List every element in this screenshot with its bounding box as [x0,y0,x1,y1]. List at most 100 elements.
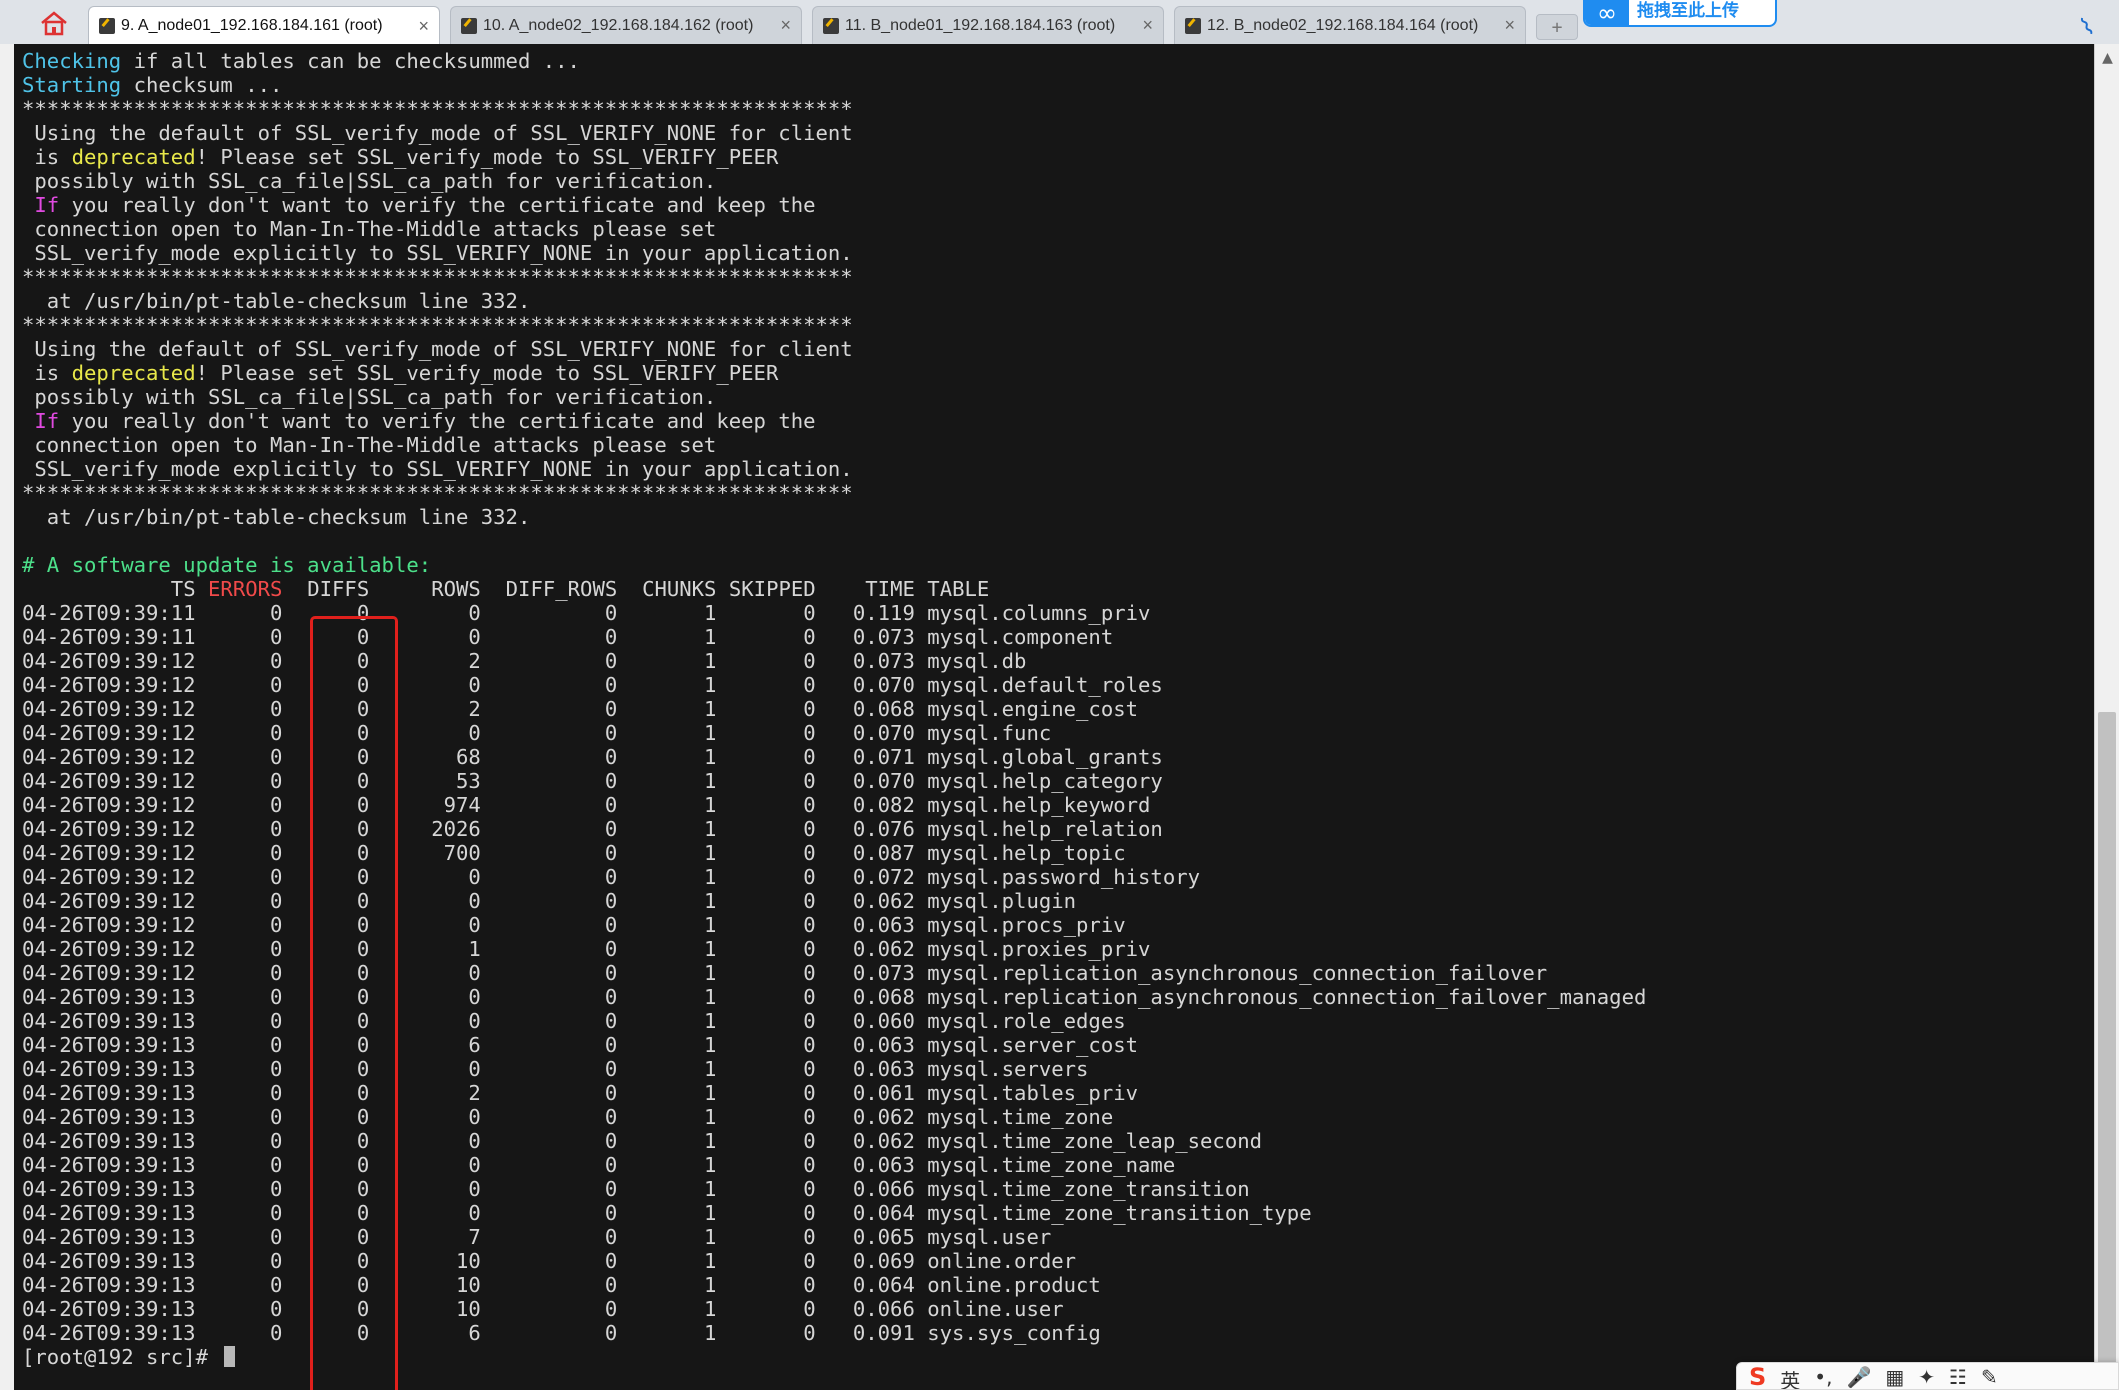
tab-node01-b[interactable]: 11. B_node01_192.168.184.163 (root) × [812,6,1164,44]
table-row: 04-26T09:39:13 0 0 10 0 1 0 0.064 online… [22,1273,1646,1297]
table-cell-errors: 0 [270,1081,283,1105]
table-cell-errors: 0 [270,1201,283,1225]
table-cell-rows: 0 [468,1105,481,1129]
table-cell-ts: 04-26T09:39:12 [22,913,196,937]
grid-menu-icon[interactable]: ☷ [1949,1365,1967,1389]
close-icon[interactable]: × [780,15,791,36]
table-cell-chunks: 1 [704,697,717,721]
pen-icon[interactable]: ✎ [1981,1365,1998,1389]
tab-node02-b[interactable]: 12. B_node02_192.168.184.164 (root) × [1174,6,1526,44]
table-cell-time: 0.063 [852,1033,915,1057]
table-cell-skipped: 0 [803,769,816,793]
terminal-line: If you really don't want to verify the c… [22,409,1646,433]
table-cell-table: mysql.global_grants [927,745,1163,769]
scroll-up-arrow-icon[interactable]: ▲ [2095,48,2119,68]
table-cell-table: mysql.time_zone_name [927,1153,1176,1177]
close-icon[interactable]: × [1142,15,1153,36]
new-tab-button[interactable]: + [1536,14,1578,40]
table-row: 04-26T09:39:13 0 0 0 0 1 0 0.062 mysql.t… [22,1105,1646,1129]
table-cell-rows: 0 [468,961,481,985]
table-cell-chunks: 1 [704,1057,717,1081]
table-cell-table: mysql.replication_asynchronous_connectio… [927,985,1647,1009]
skin-icon[interactable]: ✦ [1918,1365,1935,1389]
shell-prompt[interactable]: [root@192 src]# [22,1345,1646,1369]
table-cell-skipped: 0 [803,1273,816,1297]
keyboard-icon[interactable]: ▦ [1885,1365,1904,1389]
language-toggle-icon[interactable]: 英 [1780,1365,1800,1389]
table-cell-skipped: 0 [803,1177,816,1201]
table-cell-skipped: 0 [803,793,816,817]
upload-drop-widget[interactable]: ∞ 拖拽至此上传 [1583,0,1777,27]
close-icon[interactable]: × [1504,15,1515,36]
terminal-line: Starting checksum ... [22,73,1646,97]
table-cell-chunks: 1 [704,937,717,961]
terminal-lines: Checking if all tables can be checksumme… [22,49,1646,1369]
column-header-table: TABLE [927,577,990,601]
table-cell-errors: 0 [270,1153,283,1177]
table-cell-time: 0.063 [852,913,915,937]
table-cell-errors: 0 [270,937,283,961]
table-cell-skipped: 0 [803,1033,816,1057]
table-cell-diff_rows: 0 [604,889,618,913]
table-cell-time: 0.062 [852,1129,915,1153]
terminal-key-icon [99,18,115,34]
home-button[interactable] [30,6,78,40]
scroll-thumb[interactable] [2098,712,2116,1388]
punctuation-icon[interactable]: •, [1814,1365,1832,1389]
table-row: 04-26T09:39:13 0 0 0 0 1 0 0.063 mysql.s… [22,1057,1646,1081]
vertical-scrollbar[interactable]: ▲ [2094,44,2119,1390]
table-cell-chunks: 1 [704,1273,717,1297]
ime-toolbar[interactable]: S 英 •, 🎤 ▦ ✦ ☷ ✎ [1736,1362,2119,1390]
table-cell-ts: 04-26T09:39:13 [22,985,196,1009]
table-cell-ts: 04-26T09:39:12 [22,673,196,697]
column-header-diffs: DIFFS [307,577,370,601]
tab-node02-a[interactable]: 10. A_node02_192.168.184.162 (root) × [450,6,802,44]
terminal-text: at /usr/bin/pt-table-checksum line 332. [22,289,531,313]
microphone-icon[interactable]: 🎤 [1846,1365,1871,1389]
close-icon[interactable]: × [418,16,429,37]
paperclip-icon[interactable]: ⌇ [2075,6,2109,42]
sogou-logo-icon[interactable]: S [1749,1363,1766,1389]
terminal-output[interactable]: Checking if all tables can be checksumme… [14,44,2094,1390]
table-cell-diff_rows: 0 [604,649,618,673]
table-cell-ts: 04-26T09:39:13 [22,1009,196,1033]
table-cell-errors: 0 [270,1297,283,1321]
table-cell-table: mysql.plugin [927,889,1077,913]
table-cell-table: mysql.time_zone_transition_type [927,1201,1312,1225]
table-cell-ts: 04-26T09:39:13 [22,1201,196,1225]
table-cell-chunks: 1 [704,601,717,625]
tab-node01-a[interactable]: 9. A_node01_192.168.184.161 (root) × [88,6,440,45]
table-row: 04-26T09:39:11 0 0 0 0 1 0 0.073 mysql.c… [22,625,1646,649]
table-row: 04-26T09:39:13 0 0 0 0 1 0 0.063 mysql.t… [22,1153,1646,1177]
table-cell-ts: 04-26T09:39:12 [22,865,196,889]
table-cell-table: mysql.user [927,1225,1052,1249]
table-cell-table: online.user [927,1297,1064,1321]
table-row: 04-26T09:39:12 0 0 2 0 1 0 0.073 mysql.d… [22,649,1646,673]
